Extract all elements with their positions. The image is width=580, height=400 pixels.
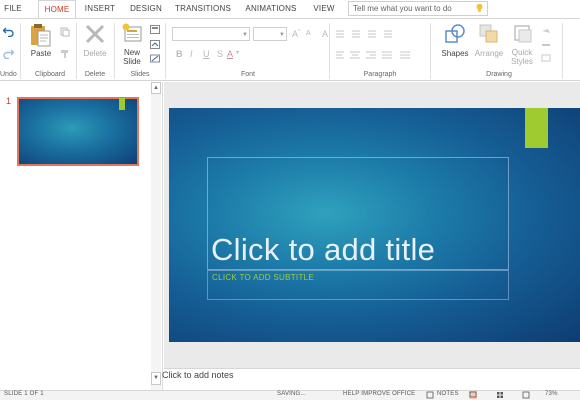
group-label-clipboard: Clipboard	[35, 71, 65, 78]
bulb-icon	[476, 3, 483, 12]
thumbnail-accent-bar	[119, 98, 125, 110]
thumbnail-number: 1	[6, 96, 12, 106]
tab-view[interactable]: VIEW	[308, 0, 340, 18]
undo-icon[interactable]	[3, 27, 14, 37]
shape-format-icons[interactable]	[540, 27, 556, 67]
font-color-button[interactable]: A	[227, 49, 233, 59]
font-size-combo[interactable]: ▼	[253, 27, 287, 41]
slide-counter: SLIDE 1 OF 1	[4, 391, 44, 397]
title-placeholder[interactable]: Click to add title	[211, 232, 435, 268]
subtitle-placeholder[interactable]: CLICK TO ADD SUBTITLE	[212, 273, 314, 282]
group-label-paragraph: Paragraph	[363, 71, 397, 78]
tab-insert[interactable]: INSERT	[80, 0, 120, 18]
arrange-button[interactable]: Arrange	[470, 49, 508, 58]
saving-status: SAVING...	[277, 391, 307, 397]
tab-home[interactable]: HOME	[38, 0, 76, 19]
tab-design[interactable]: DESIGN	[124, 0, 168, 18]
ribbon-home: Undo Paste Clipboard Delete Delete New S…	[0, 18, 580, 81]
quick-styles-label-line2: Styles	[511, 57, 533, 66]
slide-sorter-icon[interactable]	[496, 391, 504, 399]
underline-button[interactable]: U	[203, 49, 210, 59]
scroll-up-icon[interactable]: ▲	[151, 82, 161, 94]
delete-button[interactable]: Delete	[80, 49, 110, 58]
help-improve-link[interactable]: HELP IMPROVE OFFICE	[343, 391, 415, 397]
paragraph-controls[interactable]	[334, 29, 414, 69]
chevron-down-icon: ▼	[279, 32, 285, 38]
zoom-level[interactable]: 73%	[545, 391, 558, 397]
quick-styles-label-line1: Quick	[511, 48, 533, 57]
new-slide-label-line1: New	[123, 48, 140, 57]
bold-button[interactable]: B	[176, 49, 183, 59]
tell-me-placeholder: Tell me what you want to do	[353, 4, 452, 13]
ribbon-separator	[20, 23, 21, 79]
section-icon[interactable]	[150, 54, 160, 63]
ribbon-separator	[114, 23, 115, 79]
delete-icon[interactable]	[84, 23, 106, 45]
notes-collapse-icon[interactable]: ▼	[151, 372, 161, 385]
paste-icon[interactable]	[30, 23, 52, 47]
ribbon-separator	[165, 23, 166, 79]
slide-accent-bar	[525, 108, 548, 148]
grow-font-icon[interactable]: A^	[292, 29, 300, 39]
normal-view-icon[interactable]	[469, 391, 477, 399]
tab-transitions[interactable]: TRANSITIONS	[172, 0, 234, 18]
format-painter-icon[interactable]	[60, 49, 70, 59]
group-label-delete: Delete	[84, 71, 106, 78]
tell-me-search[interactable]: Tell me what you want to do	[348, 1, 488, 16]
paste-button[interactable]: Paste	[28, 49, 54, 58]
group-label-drawing: Drawing	[486, 71, 512, 78]
font-name-combo[interactable]: ▼	[172, 27, 250, 41]
strikethrough-icon[interactable]: S	[217, 49, 223, 59]
new-slide-button[interactable]: New Slide	[118, 48, 146, 66]
notes-button[interactable]: NOTES	[437, 391, 459, 397]
italic-button[interactable]: I	[190, 49, 193, 59]
ribbon-separator	[329, 23, 330, 79]
powerpoint-window: FILE HOME INSERT DESIGN TRANSITIONS ANIM…	[0, 0, 580, 400]
quick-styles-icon[interactable]	[512, 23, 534, 45]
reset-icon[interactable]	[150, 40, 160, 49]
ribbon-separator	[76, 23, 77, 79]
shapes-button[interactable]: Shapes	[440, 49, 470, 58]
clear-format-icon[interactable]: A	[322, 29, 328, 39]
redo-icon[interactable]	[3, 49, 14, 59]
group-label-undo: Undo	[0, 71, 17, 78]
new-slide-label-line2: Slide	[123, 57, 141, 66]
quick-styles-button[interactable]: Quick Styles	[506, 48, 538, 66]
shapes-icon[interactable]	[444, 23, 466, 45]
chevron-down-icon: ▼	[242, 32, 248, 38]
ribbon-separator	[430, 23, 431, 79]
new-slide-icon[interactable]	[121, 22, 143, 44]
group-label-font: Font	[240, 71, 255, 78]
arrange-icon[interactable]	[478, 23, 500, 45]
shrink-font-icon[interactable]: A	[306, 30, 311, 37]
reading-view-icon[interactable]	[522, 391, 530, 399]
ribbon-tab-bar: FILE HOME INSERT DESIGN TRANSITIONS ANIM…	[0, 0, 580, 19]
notes-placeholder[interactable]: Click to add notes	[162, 370, 234, 380]
group-label-slides: Slides	[130, 71, 150, 78]
copy-icon[interactable]	[60, 27, 70, 37]
chevron-down-icon[interactable]: ▾	[236, 49, 239, 56]
layout-icon[interactable]	[150, 25, 160, 34]
tab-file[interactable]: FILE	[0, 0, 26, 18]
thumbnail-scrollbar[interactable]: ▲	[151, 82, 161, 390]
tab-animations[interactable]: ANIMATIONS	[240, 0, 302, 18]
notes-icon[interactable]	[426, 391, 434, 399]
ribbon-separator	[562, 23, 563, 79]
